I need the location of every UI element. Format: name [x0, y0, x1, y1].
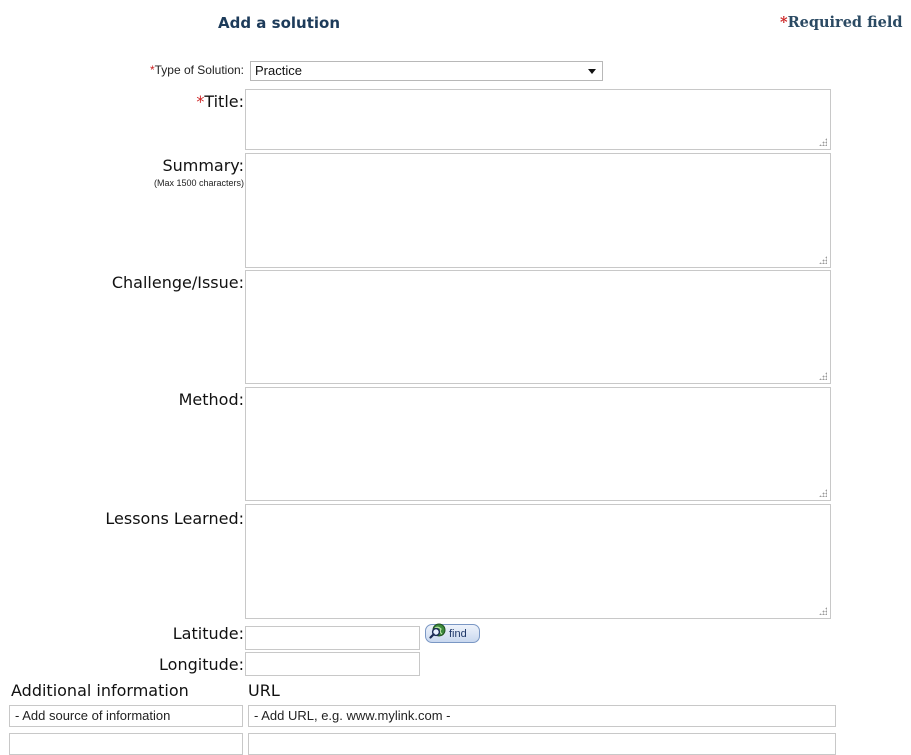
method-textarea[interactable] [245, 387, 831, 501]
additional-information-header: Additional information [11, 681, 189, 700]
lessons-learned-textarea[interactable] [245, 504, 831, 619]
globe-magnifier-icon [429, 623, 446, 640]
type-of-solution-select[interactable]: Practice [250, 61, 603, 81]
latitude-label: Latitude: [172, 624, 244, 643]
summary-textarea[interactable] [245, 153, 831, 268]
type-of-solution-value: Practice [255, 63, 302, 78]
challenge-issue-textarea[interactable] [245, 270, 831, 384]
chevron-down-icon [588, 69, 596, 74]
resize-grip-icon[interactable] [819, 372, 827, 380]
summary-hint: (Max 1500 characters) [153, 178, 244, 188]
challenge-issue-label: Challenge/Issue: [111, 273, 244, 292]
longitude-input[interactable] [245, 652, 420, 676]
required-asterisk: * [780, 14, 788, 31]
required-field-label: Required field [787, 14, 903, 31]
method-label: Method: [178, 390, 244, 409]
resize-grip-icon[interactable] [819, 138, 827, 146]
resize-grip-icon[interactable] [819, 489, 827, 497]
latitude-input[interactable] [245, 626, 420, 650]
resize-grip-icon[interactable] [819, 256, 827, 264]
title-textarea[interactable] [245, 89, 831, 150]
find-button-label: find [449, 627, 467, 640]
source-of-information-input[interactable]: - Add source of information [9, 705, 243, 727]
longitude-label: Longitude: [159, 655, 244, 674]
page-title: Add a solution [218, 14, 340, 32]
resize-grip-icon[interactable] [819, 607, 827, 615]
url-input[interactable]: - Add URL, e.g. www.mylink.com - [248, 705, 836, 727]
find-button[interactable]: find [425, 623, 480, 643]
source-of-information-input[interactable] [9, 733, 243, 755]
lessons-learned-label: Lessons Learned: [105, 509, 244, 528]
url-input[interactable] [248, 733, 836, 755]
type-of-solution-label-text: Type of Solution: [154, 63, 244, 77]
title-label-text: Title: [204, 92, 244, 111]
title-label: *Title: [196, 92, 244, 111]
url-header: URL [248, 681, 280, 700]
required-field-legend: *Required field [780, 14, 903, 31]
summary-label: Summary: [162, 156, 244, 175]
type-of-solution-label: *Type of Solution: [150, 63, 244, 77]
